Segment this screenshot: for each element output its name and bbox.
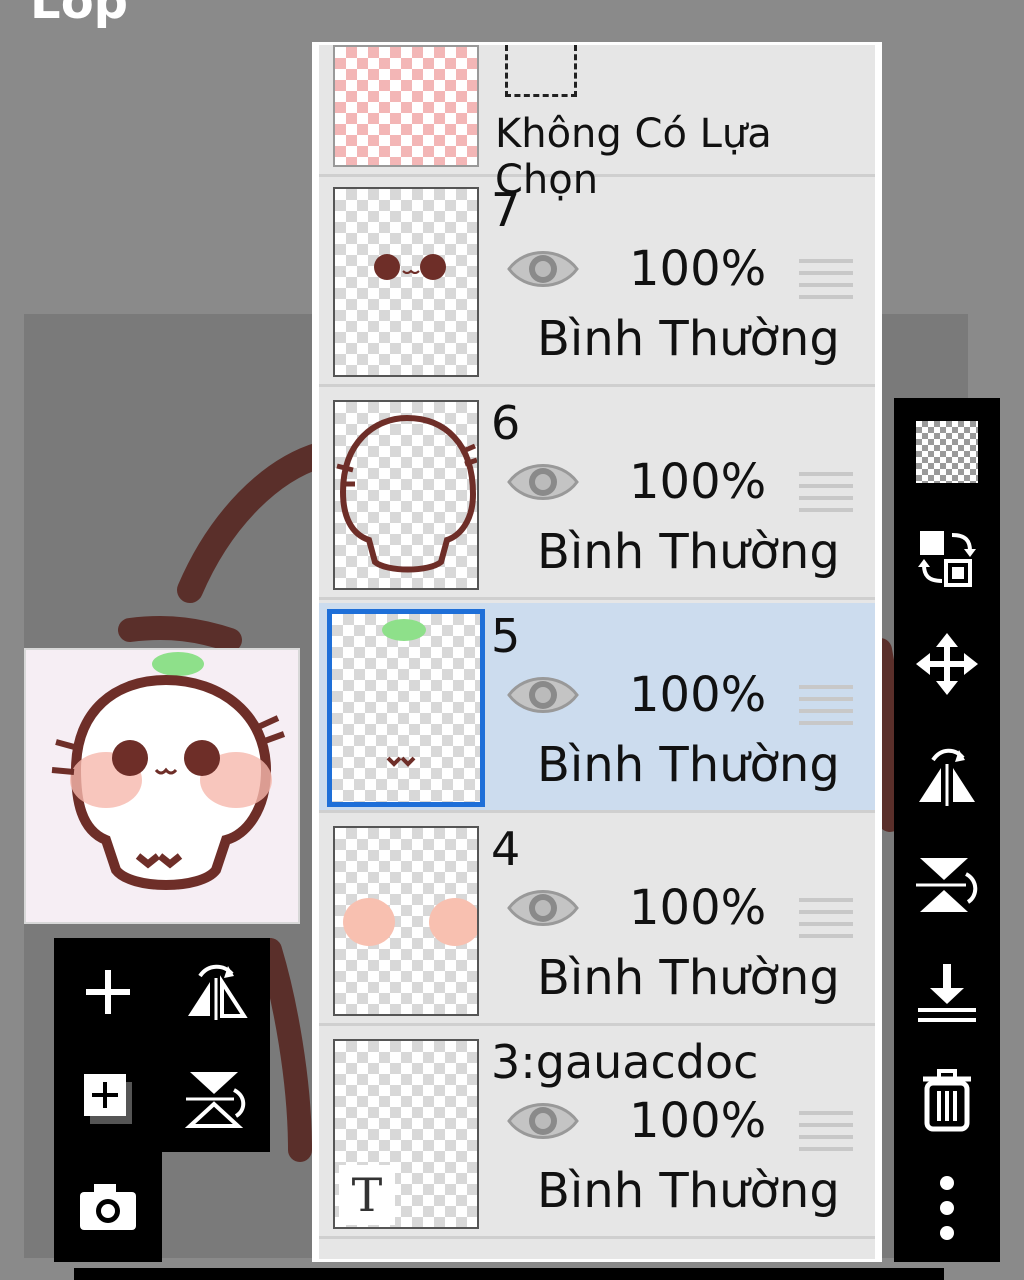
layer-opacity[interactable]: 100%	[629, 454, 766, 510]
eye-icon[interactable]	[505, 880, 581, 936]
layer-thumbnail	[327, 609, 485, 807]
layer-blend-mode[interactable]: Bình Thường	[537, 524, 840, 580]
bottom-bar	[74, 1268, 944, 1280]
eye-icon[interactable]	[505, 241, 581, 297]
flip-vertical-icon[interactable]	[894, 834, 1000, 934]
layer-thumbnail	[333, 187, 479, 377]
layer-row[interactable]: T 3:gauacdoc 100% Bình Thường	[319, 1029, 875, 1239]
layer-opacity[interactable]: 100%	[629, 241, 766, 297]
text-layer-icon: T	[339, 1165, 395, 1225]
layer-row-selected[interactable]: 5 100% Bình Thường	[319, 603, 875, 813]
layer-blend-mode[interactable]: Bình Thường	[537, 311, 840, 367]
add-layer-copy-icon[interactable]	[58, 1048, 158, 1148]
swap-icon[interactable]	[894, 508, 1000, 608]
left-toolbar	[54, 938, 270, 1152]
layer-opacity[interactable]: 100%	[629, 1093, 766, 1149]
layer-thumbnail	[333, 826, 479, 1016]
transparency-icon[interactable]	[894, 402, 1000, 502]
camera-icon[interactable]	[58, 1156, 158, 1256]
eye-icon[interactable]	[505, 1093, 581, 1149]
layer-row[interactable]: 4 100% Bình Thường	[319, 816, 875, 1026]
layer-name: 3:gauacdoc	[491, 1035, 759, 1089]
selection-layer[interactable]: Không Có Lựa Chọn	[319, 45, 875, 203]
layer-name: 5	[491, 609, 521, 663]
canvas-preview	[24, 648, 300, 924]
layer-name: 4	[491, 822, 521, 876]
right-toolbar	[894, 398, 1000, 1262]
flip-horizontal-icon[interactable]	[166, 942, 266, 1042]
drag-handle-icon[interactable]	[799, 683, 853, 725]
eye-icon[interactable]	[505, 454, 581, 510]
layer-opacity[interactable]: 100%	[629, 880, 766, 936]
layer-blend-mode[interactable]: Bình Thường	[537, 1163, 840, 1219]
layer-blend-mode[interactable]: Bình Thường	[537, 737, 840, 793]
layers-panel: Không Có Lựa Chọn 7 100% Bình Thường 6 1…	[312, 42, 882, 1262]
trash-icon[interactable]	[894, 1050, 1000, 1150]
move-icon[interactable]	[894, 614, 1000, 714]
layer-thumbnail	[333, 400, 479, 590]
layer-blend-mode[interactable]: Bình Thường	[537, 950, 840, 1006]
layer-thumbnail: T	[333, 1039, 479, 1229]
selection-marquee-icon	[505, 45, 577, 97]
drag-handle-icon[interactable]	[799, 470, 853, 512]
layer-row[interactable]: 7 100% Bình Thường	[319, 177, 875, 387]
layer-name: 6	[491, 396, 521, 450]
layer-name: 7	[491, 183, 521, 237]
drag-handle-icon[interactable]	[799, 1109, 853, 1151]
flip-horizontal-icon[interactable]	[894, 724, 1000, 824]
drag-handle-icon[interactable]	[799, 896, 853, 938]
flip-vertical-icon[interactable]	[166, 1048, 266, 1148]
eye-icon[interactable]	[505, 667, 581, 723]
merge-down-icon[interactable]	[894, 942, 1000, 1042]
layer-row[interactable]: 6 100% Bình Thường	[319, 390, 875, 600]
left-toolbar-bottom	[54, 1150, 162, 1262]
drag-handle-icon[interactable]	[799, 257, 853, 299]
add-layer-icon[interactable]	[58, 942, 158, 1042]
layer-opacity[interactable]: 100%	[629, 667, 766, 723]
selection-thumbnail	[333, 45, 479, 167]
more-icon[interactable]	[894, 1158, 1000, 1258]
